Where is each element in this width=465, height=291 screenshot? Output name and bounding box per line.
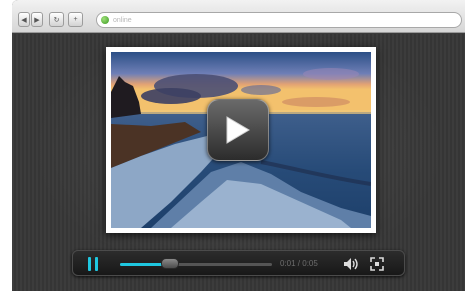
play-button[interactable] — [207, 99, 269, 161]
browser-toolbar: ◀ ▶ ↻ + online — [12, 0, 465, 33]
video-frame[interactable] — [106, 47, 376, 233]
forward-button[interactable]: ▶ — [31, 12, 43, 27]
site-status-icon — [101, 16, 109, 24]
address-text: online — [113, 16, 132, 24]
seek-handle[interactable] — [161, 258, 180, 269]
fullscreen-icon[interactable] — [370, 257, 384, 271]
pause-icon — [88, 257, 91, 271]
browser-window: ◀ ▶ ↻ + online 0:01 / 0:05 — [12, 0, 465, 291]
play-icon — [226, 116, 250, 144]
address-bar[interactable]: online — [96, 12, 462, 28]
pause-button[interactable] — [85, 256, 101, 272]
forward-icon: ▶ — [34, 16, 40, 24]
player-controls: 0:01 / 0:05 — [72, 250, 405, 276]
seek-bar[interactable] — [120, 263, 272, 266]
back-icon: ◀ — [21, 16, 27, 24]
reload-button[interactable]: ↻ — [49, 12, 64, 27]
volume-icon[interactable] — [343, 257, 361, 271]
add-tab-button[interactable]: + — [68, 12, 83, 27]
video-stage: 0:01 / 0:05 — [12, 34, 465, 291]
time-display: 0:01 / 0:05 — [280, 259, 318, 268]
back-button[interactable]: ◀ — [18, 12, 30, 27]
reload-icon: ↻ — [53, 16, 60, 24]
plus-icon: + — [73, 16, 78, 23]
